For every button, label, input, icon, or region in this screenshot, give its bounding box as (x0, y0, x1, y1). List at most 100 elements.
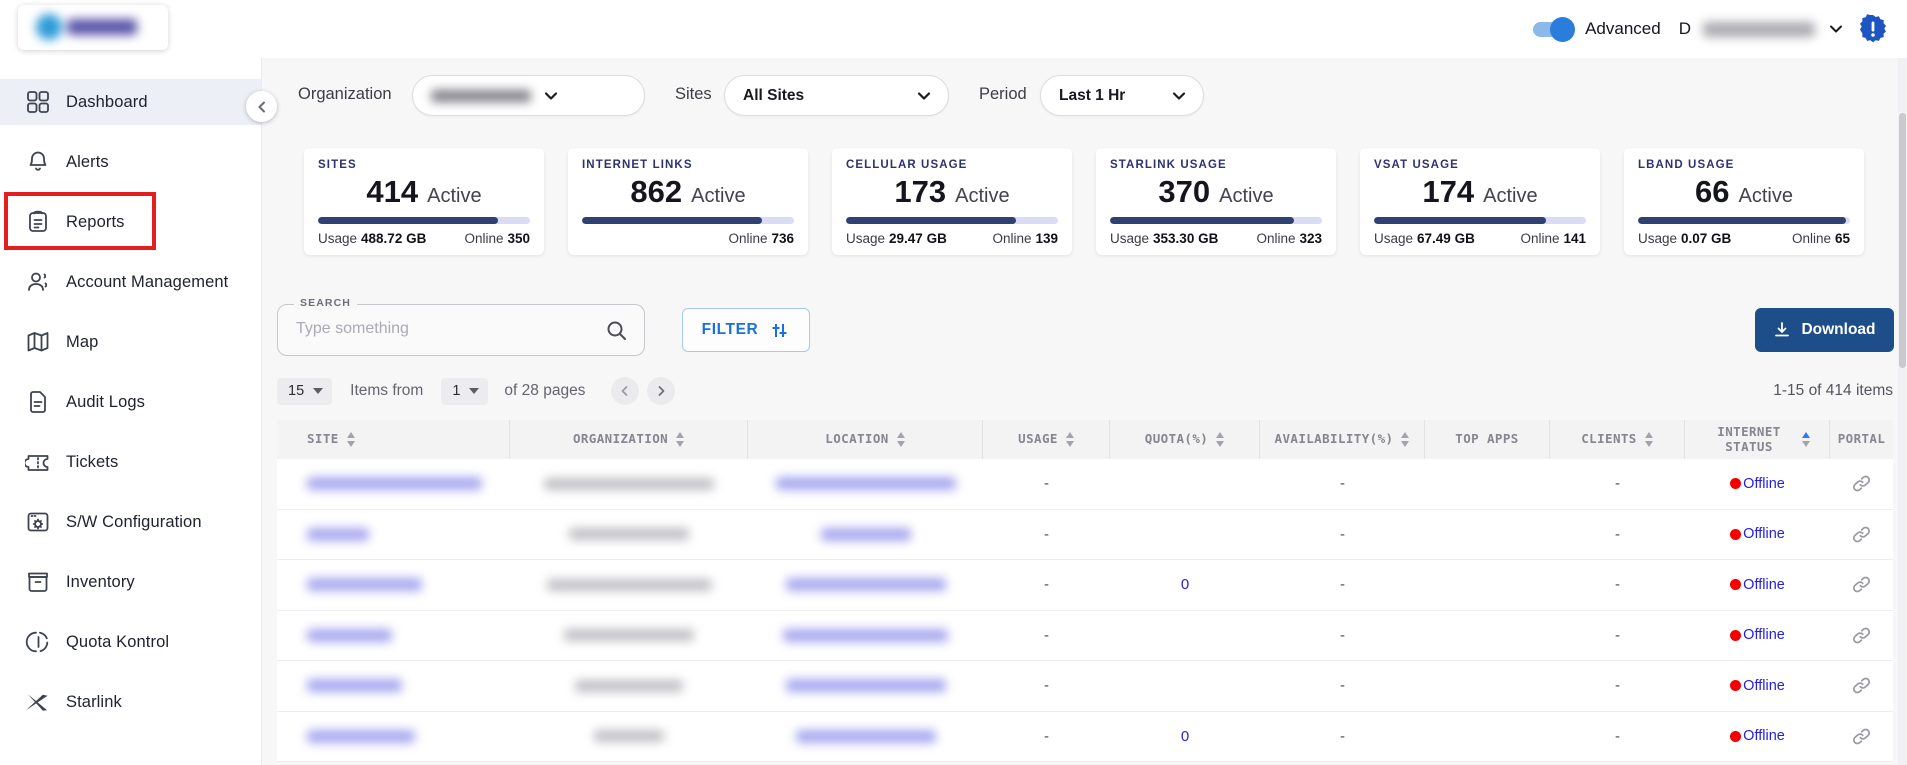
card-progress-bar (846, 217, 1058, 224)
scrollbar-thumb[interactable] (1899, 113, 1906, 368)
alert-badge-icon[interactable] (1857, 13, 1889, 45)
location-link-redacted[interactable] (783, 629, 948, 642)
page-value: 1 (452, 383, 460, 399)
card-progress-bar (582, 217, 794, 224)
column-header-organization[interactable]: ORGANIZATION (510, 420, 748, 459)
download-button[interactable]: Download (1755, 308, 1894, 352)
quota-value-link[interactable]: 0 (1181, 576, 1189, 593)
sort-arrows-icon[interactable] (1802, 432, 1810, 447)
location-link-redacted[interactable] (821, 528, 911, 541)
portal-link-icon[interactable] (1851, 726, 1872, 747)
card-usage-value: 488.72 GB (361, 231, 426, 246)
sidebar-item-inventory[interactable]: Inventory (0, 559, 261, 605)
card-progress-fill (1374, 217, 1546, 224)
cell-internet-status[interactable]: Offline (1685, 510, 1830, 560)
page-select[interactable]: 1 (441, 378, 488, 405)
site-link-redacted[interactable] (307, 578, 422, 591)
sidebar-item-reports[interactable]: Reports (0, 199, 261, 245)
sort-arrows-icon[interactable] (1066, 432, 1074, 447)
search-icon[interactable] (605, 319, 628, 347)
sites-select[interactable]: All Sites (724, 75, 949, 116)
column-header-quota[interactable]: QUOTA(%) (1110, 420, 1260, 459)
location-link-redacted[interactable] (796, 730, 936, 743)
sidebar-item-label: Map (66, 333, 98, 352)
column-header-site[interactable]: SITE (277, 420, 510, 459)
sidebar-item-alerts[interactable]: Alerts (0, 139, 261, 185)
sidebar-item-map[interactable]: Map (0, 319, 261, 365)
cell-internet-status[interactable]: Offline (1685, 560, 1830, 610)
status-label: Offline (1743, 627, 1785, 643)
cell-clients: - (1550, 611, 1685, 661)
document-icon (24, 389, 51, 416)
user-menu-chevron-down-icon[interactable] (1827, 20, 1845, 38)
vertical-scrollbar[interactable] (1898, 58, 1907, 765)
sidebar-item-quota-kontrol[interactable]: Quota Kontrol (0, 619, 261, 665)
portal-link-icon[interactable] (1851, 473, 1872, 494)
site-link-redacted[interactable] (307, 730, 415, 743)
app-logo[interactable] (18, 5, 168, 50)
portal-link-icon[interactable] (1851, 524, 1872, 545)
sidebar-collapse-button[interactable] (246, 91, 277, 122)
portal-link-icon[interactable] (1851, 675, 1872, 696)
column-header-availability[interactable]: AVAILABILITY(%) (1260, 420, 1425, 459)
cell-internet-status[interactable]: Offline (1685, 661, 1830, 711)
sidebar-item-tickets[interactable]: Tickets (0, 439, 261, 485)
stat-card-cellular-usage: CELLULAR USAGE173ActiveUsage29.47 GBOnli… (832, 148, 1072, 255)
cell-internet-status[interactable]: Offline (1685, 712, 1830, 762)
advanced-label: Advanced (1585, 19, 1661, 39)
sort-up-icon (897, 432, 905, 438)
table-header-row: SITE ORGANIZATION LOCATIONUSAGEQUOTA(%)AVA… (277, 420, 1893, 459)
column-header-location[interactable]: LOCATION (748, 420, 983, 459)
period-select[interactable]: Last 1 Hr (1040, 75, 1204, 116)
chevron-down-icon (469, 388, 479, 394)
location-link-redacted[interactable] (786, 578, 946, 591)
column-header-portal: PORTAL (1830, 420, 1893, 459)
site-link-redacted[interactable] (307, 528, 369, 541)
portal-link-icon[interactable] (1851, 574, 1872, 595)
site-link-redacted[interactable] (307, 629, 392, 642)
portal-link-icon[interactable] (1851, 625, 1872, 646)
next-page-button[interactable] (647, 377, 675, 405)
site-link-redacted[interactable] (307, 477, 482, 490)
card-title: LBAND USAGE (1638, 159, 1850, 171)
column-header-clients[interactable]: CLIENTS (1550, 420, 1685, 459)
sort-arrows-icon[interactable] (676, 432, 684, 447)
site-link-redacted[interactable] (307, 679, 402, 692)
status-label: Offline (1743, 728, 1785, 744)
card-title: CELLULAR USAGE (846, 159, 1058, 171)
sidebar-item-starlink[interactable]: Starlink (0, 679, 261, 725)
sort-down-icon (1066, 441, 1074, 447)
cell-usage: - (983, 712, 1110, 762)
cell-internet-status[interactable]: Offline (1685, 459, 1830, 509)
sort-arrows-icon[interactable] (1216, 432, 1224, 447)
organization-select[interactable] (412, 75, 645, 116)
stat-card-starlink-usage: STARLINK USAGE370ActiveUsage353.30 GBOnl… (1096, 148, 1336, 255)
cell-site (277, 459, 510, 509)
card-value-row: 414Active (318, 174, 530, 210)
sidebar-item-audit-logs[interactable]: Audit Logs (0, 379, 261, 425)
location-link-redacted[interactable] (786, 679, 946, 692)
quota-value-link[interactable]: 0 (1181, 728, 1189, 745)
advanced-toggle[interactable] (1533, 22, 1573, 37)
sort-arrows-icon[interactable] (347, 432, 355, 447)
sort-arrows-icon[interactable] (1645, 432, 1653, 447)
page-size-select[interactable]: 15 (277, 378, 332, 405)
column-header-internet-status[interactable]: INTERNET STATUS (1685, 420, 1830, 459)
sidebar-item-account-management[interactable]: Account Management (0, 259, 261, 305)
sort-up-icon (1401, 432, 1409, 438)
sidebar-item-dashboard[interactable]: Dashboard (0, 79, 261, 125)
location-link-redacted[interactable] (776, 477, 956, 490)
sidebar-item-sw-configuration[interactable]: S/W Configuration (0, 499, 261, 545)
card-progress-bar (1110, 217, 1322, 224)
sort-arrows-icon[interactable] (897, 432, 905, 447)
filter-button[interactable]: FILTER (682, 308, 810, 352)
sort-down-icon (347, 441, 355, 447)
column-label: ORGANIZATION (573, 432, 668, 446)
column-header-usage[interactable]: USAGE (983, 420, 1110, 459)
cell-usage: - (983, 560, 1110, 610)
search-input[interactable] (296, 306, 586, 352)
sort-arrows-icon[interactable] (1401, 432, 1409, 447)
dashboard-grid-icon (24, 89, 51, 116)
cell-internet-status[interactable]: Offline (1685, 611, 1830, 661)
prev-page-button[interactable] (611, 377, 639, 405)
